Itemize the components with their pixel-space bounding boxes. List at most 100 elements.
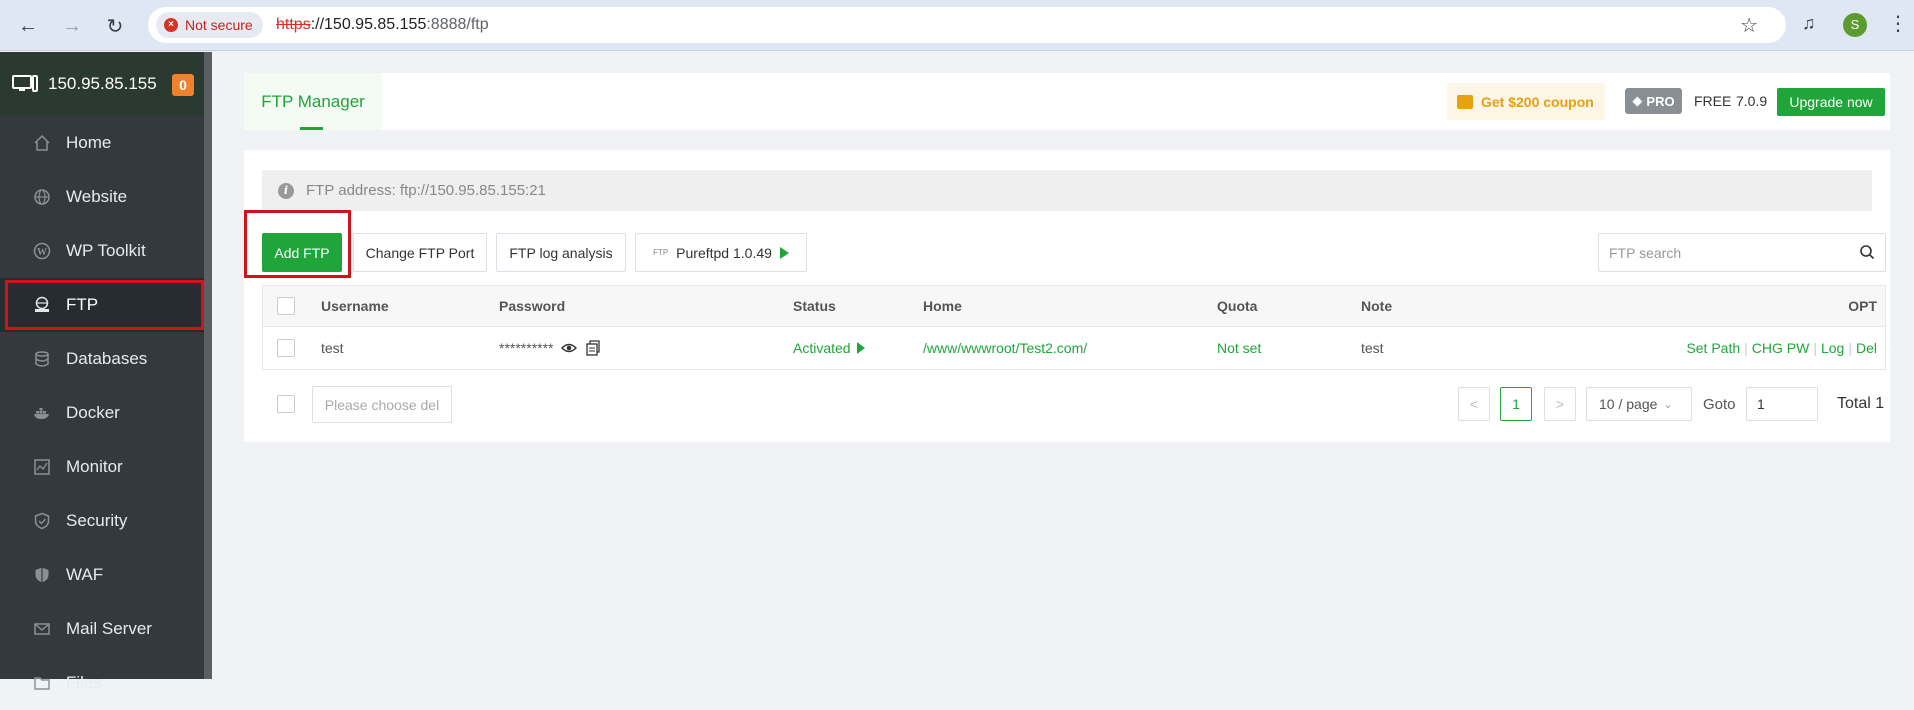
sidebar-item-label: Files	[66, 673, 102, 692]
column-quota: Quota	[1217, 298, 1258, 314]
per-page-select[interactable]: 10 / page ⌄	[1586, 387, 1692, 421]
ftp-table: Username Password Status Home Quota Note…	[262, 285, 1886, 370]
footer-select-checkbox[interactable]	[277, 395, 295, 413]
next-page-button[interactable]: >	[1544, 387, 1576, 421]
sidebar-item-wp-toolkit[interactable]: W WP Toolkit	[0, 224, 204, 278]
back-arrow-icon[interactable]: ←	[14, 12, 42, 40]
play-icon	[779, 246, 789, 259]
change-ftp-port-button[interactable]: Change FTP Port	[353, 233, 487, 272]
sidebar-item-docker[interactable]: Docker	[0, 386, 204, 440]
shield-icon	[32, 511, 52, 531]
set-path-link[interactable]: Set Path	[1686, 340, 1740, 356]
security-chip[interactable]: × Not secure	[156, 12, 263, 38]
info-icon: i	[278, 182, 294, 199]
sidebar-item-label: Databases	[66, 349, 148, 368]
goto-page-input[interactable]: 1	[1746, 387, 1818, 421]
row-select-cell	[277, 327, 295, 369]
batch-action-select[interactable]: Please choose del	[312, 386, 452, 423]
add-ftp-button[interactable]: Add FTP	[262, 233, 342, 272]
change-password-link[interactable]: CHG PW	[1752, 340, 1810, 356]
log-link[interactable]: Log	[1821, 340, 1844, 356]
copy-icon[interactable]	[585, 340, 601, 356]
bookmark-star-icon[interactable]: ☆	[1740, 13, 1758, 38]
sidebar-item-mail-server[interactable]: Mail Server	[0, 602, 204, 656]
ftp-search-input[interactable]	[1599, 234, 1839, 271]
sidebar-item-label: Security	[66, 511, 128, 530]
url-scheme: https	[276, 16, 311, 33]
coupon-label: Get $200 coupon	[1481, 93, 1594, 110]
column-opt: OPT	[1848, 298, 1877, 314]
sidebar-item-security[interactable]: Security	[0, 494, 204, 548]
ftp-search[interactable]	[1598, 233, 1886, 272]
sidebar-item-label: WAF	[66, 565, 104, 584]
row-operations: Set Path | CHG PW | Log | Del	[1686, 327, 1877, 369]
total-count: Total 1	[1837, 395, 1885, 412]
reload-icon[interactable]: ↻	[101, 12, 129, 40]
delete-link[interactable]: Del	[1856, 340, 1877, 356]
forward-arrow-icon[interactable]: →	[58, 12, 86, 40]
prev-page-button[interactable]: <	[1458, 387, 1490, 421]
tab-label: FTP Manager	[261, 91, 365, 111]
sidebar-item-monitor[interactable]: Monitor	[0, 440, 204, 494]
row-password: **********	[499, 340, 554, 356]
column-note: Note	[1361, 298, 1393, 314]
warning-icon: ×	[164, 18, 178, 32]
notification-badge[interactable]: 0	[172, 74, 194, 96]
row-username: test	[321, 340, 344, 356]
sidebar-item-label: Monitor	[66, 457, 123, 476]
upgrade-button[interactable]: Upgrade now	[1777, 88, 1885, 116]
goto-label: Goto	[1703, 396, 1736, 413]
column-home: Home	[923, 298, 962, 314]
page-header: FTP Manager Get $200 coupon ◆ PRO FREE 7…	[244, 73, 1890, 130]
search-icon[interactable]	[1859, 244, 1875, 260]
tab-ftp-manager[interactable]: FTP Manager	[244, 73, 382, 130]
ftp-icon	[32, 295, 52, 315]
url-text[interactable]: https://150.95.85.155:8888/ftp	[276, 16, 489, 34]
row-checkbox[interactable]	[277, 339, 295, 357]
row-quota-link[interactable]: Not set	[1217, 327, 1261, 369]
computer-icon	[12, 75, 38, 92]
sidebar-item-home[interactable]: Home	[0, 116, 204, 170]
profile-avatar[interactable]: S	[1843, 13, 1867, 37]
wordpress-icon: W	[32, 241, 52, 261]
address-bar[interactable]: × Not secure https://150.95.85.155:8888/…	[148, 7, 1786, 43]
edition-label: FREE	[1694, 93, 1732, 109]
sidebar-item-waf[interactable]: WAF	[0, 548, 204, 602]
coupon-banner[interactable]: Get $200 coupon	[1447, 83, 1605, 120]
column-username[interactable]: Username	[321, 286, 389, 326]
chevron-down-icon: ⌄	[1663, 398, 1673, 411]
sidebar-item-files[interactable]: Files	[0, 656, 204, 710]
pureftpd-service-button[interactable]: FTP Pureftpd 1.0.49	[635, 233, 807, 272]
separator: |	[1848, 340, 1852, 356]
monitor-icon	[32, 457, 52, 477]
row-home-link[interactable]: /www/wwwroot/Test2.com/	[923, 327, 1087, 369]
url-host: ://150.95.85.155	[310, 16, 427, 33]
pro-badge[interactable]: ◆ PRO	[1625, 88, 1682, 114]
row-status[interactable]: Activated	[793, 327, 865, 369]
ftp-address-text: FTP address: ftp://150.95.85.155:21	[306, 182, 546, 199]
more-menu-icon[interactable]: ⋮	[1888, 11, 1908, 36]
url-path: :8888/ftp	[426, 16, 489, 33]
server-ip: 150.95.85.155	[48, 74, 157, 93]
column-password: Password	[499, 298, 566, 314]
ftp-log-analysis-button[interactable]: FTP log analysis	[496, 233, 626, 272]
row-note[interactable]: test	[1361, 327, 1384, 369]
column-status: Status	[793, 298, 836, 314]
tab-active-indicator	[300, 127, 323, 130]
sidebar-item-ftp[interactable]: FTP	[0, 278, 204, 332]
eye-icon[interactable]	[561, 340, 578, 356]
browser-toolbar: ← → ↻ × Not secure https://150.95.85.155…	[0, 0, 1914, 51]
server-header[interactable]: 150.95.85.155 0	[0, 52, 204, 116]
per-page-value: 10 / page	[1599, 396, 1658, 412]
version-label: 7.0.9	[1736, 93, 1768, 109]
page-number-button[interactable]: 1	[1500, 387, 1532, 421]
select-all-checkbox[interactable]	[277, 297, 295, 315]
media-controls-icon[interactable]: ♫	[1802, 13, 1816, 34]
mail-icon	[32, 619, 52, 639]
sidebar-item-website[interactable]: Website	[0, 170, 204, 224]
separator: |	[1744, 340, 1748, 356]
sidebar-item-databases[interactable]: Databases	[0, 332, 204, 386]
row-password-cell: **********	[499, 327, 601, 369]
docker-icon	[32, 403, 52, 423]
security-label: Not secure	[185, 17, 253, 33]
